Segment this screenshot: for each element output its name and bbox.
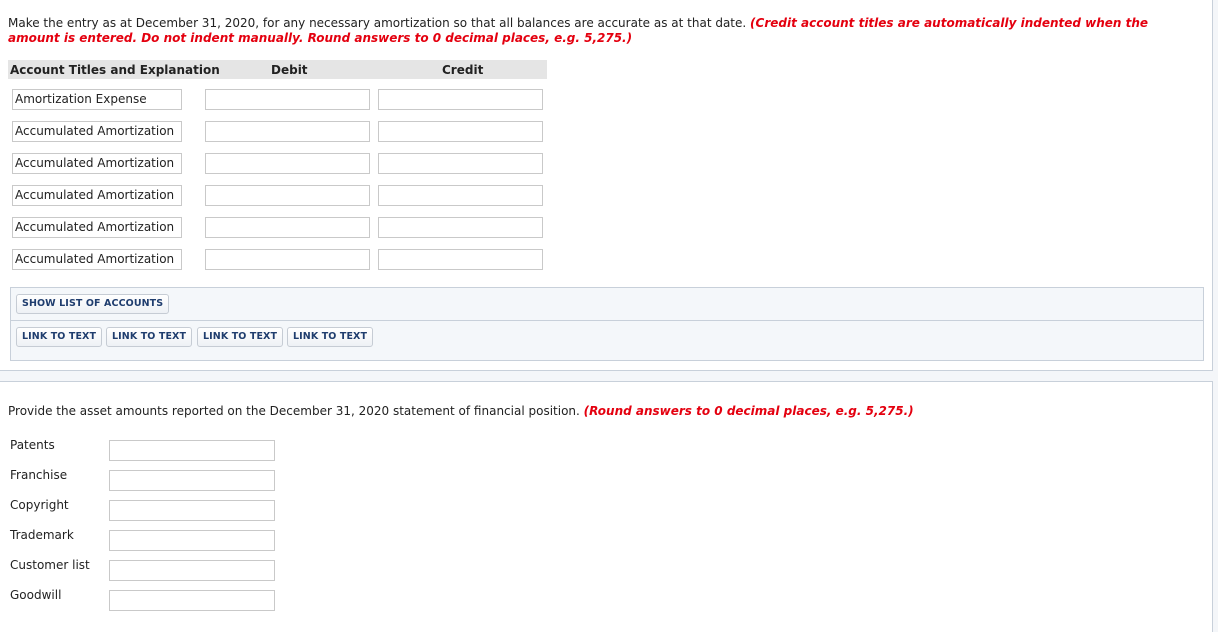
goodwill-input[interactable] (109, 590, 275, 611)
instructions-2: Provide the asset amounts reported on th… (8, 404, 914, 418)
resources-toolbar: SHOW LIST OF ACCOUNTS LINK TO TEXT LINK … (10, 287, 1204, 361)
asset-label-customer-list: Customer list (10, 558, 90, 572)
asset-label-patents: Patents (10, 438, 55, 452)
debit-field[interactable] (205, 121, 370, 142)
debit-field[interactable] (205, 185, 370, 206)
instruction-text: Make the entry as at December 31, 2020, … (8, 16, 747, 30)
link-to-text-button[interactable]: LINK TO TEXT (106, 327, 193, 347)
credit-field[interactable] (378, 249, 543, 270)
debit-field[interactable] (205, 217, 370, 238)
account-field[interactable]: Accumulated Amortization (12, 249, 182, 270)
credit-field[interactable] (378, 185, 543, 206)
header-credit: Credit (442, 63, 484, 77)
link-to-text-button[interactable]: LINK TO TEXT (16, 327, 103, 347)
copyright-input[interactable] (109, 500, 275, 521)
debit-field[interactable] (205, 153, 370, 174)
show-list-of-accounts-button[interactable]: SHOW LIST OF ACCOUNTS (16, 294, 170, 314)
instruction-note: (Round answers to 0 decimal places, e.g.… (583, 404, 914, 418)
account-field[interactable]: Accumulated Amortization (12, 121, 182, 142)
credit-field[interactable] (378, 121, 543, 142)
debit-field[interactable] (205, 249, 370, 270)
debit-field[interactable] (205, 89, 370, 110)
asset-label-copyright: Copyright (10, 498, 69, 512)
account-field[interactable]: Accumulated Amortization (12, 217, 182, 238)
account-field[interactable]: Amortization Expense (12, 89, 182, 110)
asset-amounts-panel: Provide the asset amounts reported on th… (0, 381, 1213, 632)
instruction-text: Provide the asset amounts reported on th… (8, 404, 580, 418)
patents-input[interactable] (109, 440, 275, 461)
asset-label-trademark: Trademark (10, 528, 74, 542)
header-debit: Debit (271, 63, 308, 77)
credit-field[interactable] (378, 153, 543, 174)
asset-label-goodwill: Goodwill (10, 588, 62, 602)
toolbar-divider (11, 320, 1203, 321)
instructions: Make the entry as at December 31, 2020, … (8, 16, 1188, 46)
link-to-text-button[interactable]: LINK TO TEXT (287, 327, 374, 347)
header-account: Account Titles and Explanation (10, 63, 220, 77)
journal-entry-panel: Make the entry as at December 31, 2020, … (0, 0, 1213, 371)
customer-list-input[interactable] (109, 560, 275, 581)
account-field[interactable]: Accumulated Amortization (12, 153, 182, 174)
link-to-text-button[interactable]: LINK TO TEXT (197, 327, 284, 347)
account-field[interactable]: Accumulated Amortization (12, 185, 182, 206)
asset-label-franchise: Franchise (10, 468, 68, 482)
credit-field[interactable] (378, 89, 543, 110)
franchise-input[interactable] (109, 470, 275, 491)
trademark-input[interactable] (109, 530, 275, 551)
table-header: Account Titles and Explanation Debit Cre… (8, 60, 547, 79)
credit-field[interactable] (378, 217, 543, 238)
